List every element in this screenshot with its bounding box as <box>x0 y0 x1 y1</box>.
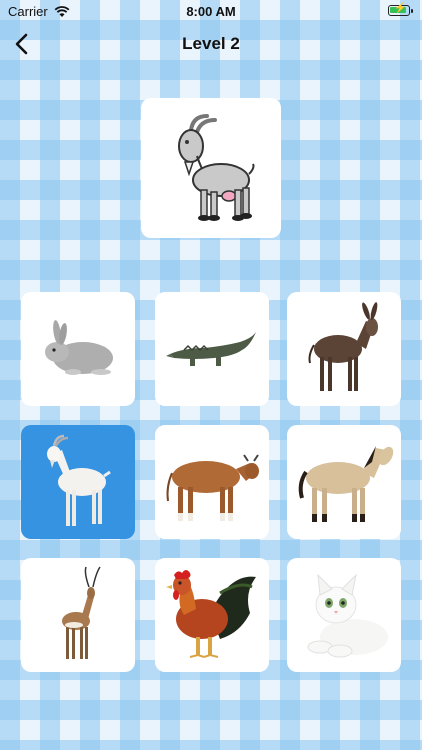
answer-tile-donkey[interactable] <box>287 292 401 406</box>
battery-icon: ⚡ <box>388 3 413 16</box>
page-title: Level 2 <box>182 34 240 53</box>
target-animal-card <box>141 98 281 238</box>
goat-image <box>47 434 111 526</box>
rabbit-image <box>45 320 113 375</box>
navigation-bar: Level 2 <box>0 22 422 66</box>
answer-tile-crocodile[interactable] <box>155 292 269 406</box>
cat-image <box>307 573 388 658</box>
horse-image <box>298 446 394 522</box>
answer-tile-cow[interactable] <box>155 425 269 539</box>
crocodile-image <box>166 332 256 366</box>
answer-tile-rooster[interactable] <box>155 558 269 672</box>
charging-bolt-icon: ⚡ <box>394 3 407 14</box>
status-time: 8:00 AM <box>186 4 236 19</box>
answer-tile-cat[interactable] <box>287 558 401 672</box>
answer-tile-goat[interactable] <box>21 425 135 539</box>
antelope-image <box>62 566 101 659</box>
status-bar: Carrier 8:00 AM ⚡ <box>0 0 422 22</box>
answer-tile-rabbit[interactable] <box>21 292 135 406</box>
answer-tile-antelope[interactable] <box>21 558 135 672</box>
donkey-image <box>308 302 378 391</box>
answer-tile-horse[interactable] <box>287 425 401 539</box>
cartoon-goat-image <box>178 114 255 221</box>
rooster-image <box>166 570 256 658</box>
cow-image <box>166 454 259 521</box>
